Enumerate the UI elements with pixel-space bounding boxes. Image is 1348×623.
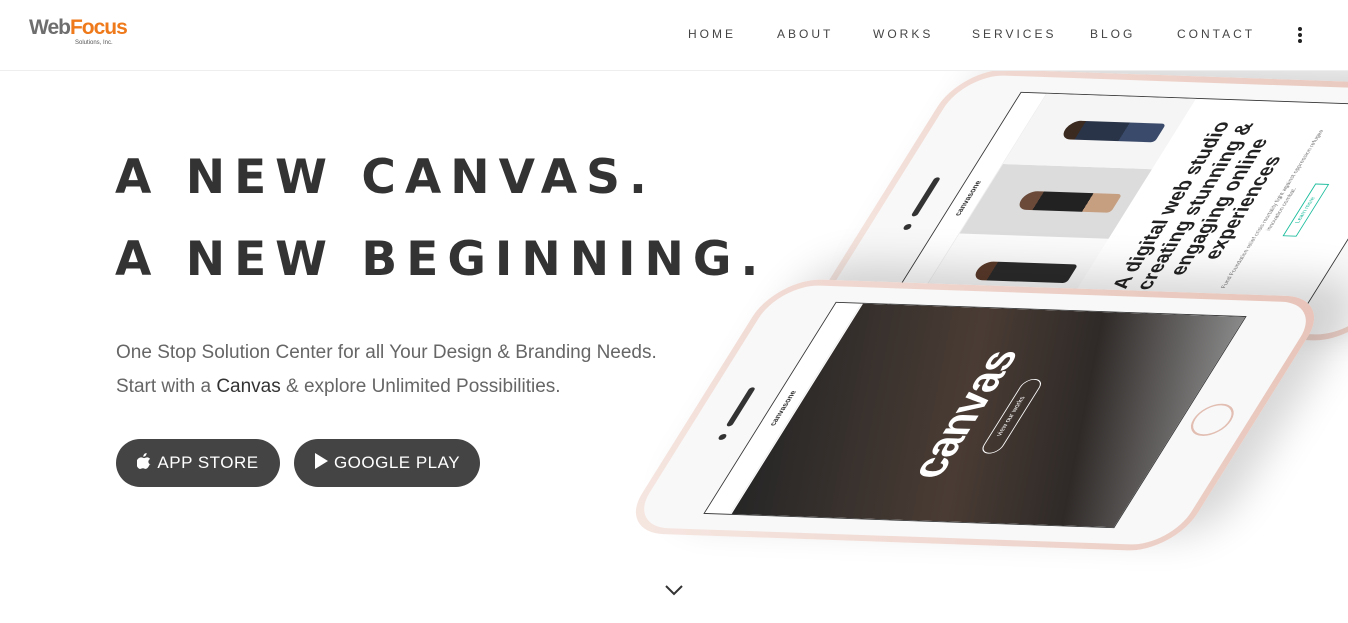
- mock-hero-photo: canvas view our works: [731, 303, 1246, 528]
- phone-mockup-front: canvasone canvas view our works: [617, 278, 1333, 552]
- mock-hero-word: canvas: [897, 350, 1029, 480]
- hero-headline-line1: A NEW CANVAS.: [115, 150, 656, 205]
- google-play-button[interactable]: GOOGLE PLAY: [294, 439, 480, 487]
- logo[interactable]: WebFocus Solutions, Inc.: [29, 16, 128, 50]
- speaker-grille: [910, 177, 941, 217]
- app-store-label: APP STORE: [157, 453, 259, 472]
- nav-item-services[interactable]: SERVICES: [972, 27, 1056, 41]
- lede-brand: Canvas: [216, 376, 281, 397]
- home-button-icon: [1183, 403, 1242, 437]
- play-icon: [314, 452, 328, 474]
- kebab-menu-icon[interactable]: [1293, 24, 1307, 46]
- phone-screen-front: canvasone canvas view our works: [703, 301, 1247, 529]
- app-store-button[interactable]: APP STORE: [116, 439, 280, 487]
- logo-subtitle: Solutions, Inc.: [75, 40, 113, 46]
- google-play-label: GOOGLE PLAY: [333, 453, 461, 472]
- nav-item-blog[interactable]: BLOG: [1090, 27, 1135, 41]
- camera-icon: [717, 433, 728, 441]
- logo-wordmark: WebFocus: [29, 16, 128, 39]
- hero-lede: One Stop Solution Center for all Your De…: [116, 342, 657, 397]
- nav-item-about[interactable]: ABOUT: [777, 27, 833, 41]
- camera-icon: [902, 223, 913, 231]
- speaker-grille: [725, 387, 756, 427]
- phone-mockups: canvasone A digital web studio creating …: [617, 20, 1348, 620]
- nav-item-home[interactable]: HOME: [688, 27, 736, 41]
- apple-icon: [136, 452, 152, 474]
- nav-item-works[interactable]: WORKS: [873, 27, 933, 41]
- site-header: WebFocus Solutions, Inc. HOME ABOUT WORK…: [0, 0, 1348, 71]
- nav-item-contact[interactable]: CONTACT: [1177, 27, 1255, 41]
